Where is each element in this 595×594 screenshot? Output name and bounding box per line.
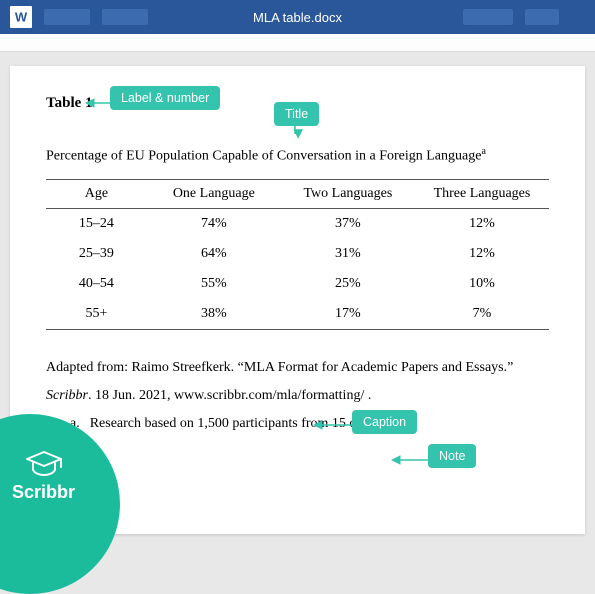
arrow-note [396,454,432,473]
ribbon-placeholder [525,9,559,25]
cell-two: 31% [281,239,415,269]
data-table: Age One Language Two Languages Three Lan… [46,179,549,330]
word-titlebar: MLA table.docx [0,0,595,34]
cell-two: 25% [281,269,415,299]
cell-age: 40–54 [46,269,147,299]
table-row: 55+ 38% 17% 7% [46,299,549,330]
ribbon-placeholder [44,9,90,25]
table-wrapper: Age One Language Two Languages Three Lan… [46,179,549,330]
table-header-row: Age One Language Two Languages Three Lan… [46,179,549,208]
ribbon-placeholder [102,9,148,25]
table-row: 15–24 74% 37% 12% [46,208,549,239]
cell-one: 55% [147,269,281,299]
col-age: Age [46,179,147,208]
table-title: Percentage of EU Population Capable of C… [46,146,549,165]
annotation-title: Title [274,102,319,126]
annotation-note: Note [428,444,476,468]
col-two-languages: Two Languages [281,179,415,208]
cell-three: 12% [415,239,549,269]
table-row: 25–39 64% 31% 12% [46,239,549,269]
table-note: a.Research based on 1,500 participants f… [46,416,549,432]
cell-one: 64% [147,239,281,269]
caption-pre: Adapted from: Raimo Streefkerk. “MLA For… [46,360,513,375]
cell-three: 12% [415,208,549,239]
table-caption: Adapted from: Raimo Streefkerk. “MLA For… [46,354,549,410]
cell-age: 25–39 [46,239,147,269]
cell-two: 37% [281,208,415,239]
ruler [0,34,595,52]
cell-two: 17% [281,299,415,330]
table-title-text: Percentage of EU Population Capable of C… [46,149,481,164]
arrow-caption [318,418,356,437]
scribbr-brand-text: Scribbr [12,482,75,503]
annotation-caption: Caption [352,410,417,434]
table-label: Table 1 [46,95,93,112]
cell-age: 15–24 [46,208,147,239]
table-title-note-marker: a [481,146,485,157]
col-one-language: One Language [147,179,281,208]
graduation-cap-icon [12,450,75,478]
cell-three: 10% [415,269,549,299]
document-title: MLA table.docx [253,10,342,25]
ribbon-placeholder [463,9,513,25]
cell-one: 74% [147,208,281,239]
cell-one: 38% [147,299,281,330]
cell-three: 7% [415,299,549,330]
caption-post: . 18 Jun. 2021, www.scribbr.com/mla/form… [88,388,371,403]
table-row: 40–54 55% 25% 10% [46,269,549,299]
cell-age: 55+ [46,299,147,330]
caption-italic: Scribbr [46,388,88,403]
word-icon [10,6,32,28]
col-three-languages: Three Languages [415,179,549,208]
arrow-title [288,124,302,145]
annotation-label-number: Label & number [110,86,220,110]
